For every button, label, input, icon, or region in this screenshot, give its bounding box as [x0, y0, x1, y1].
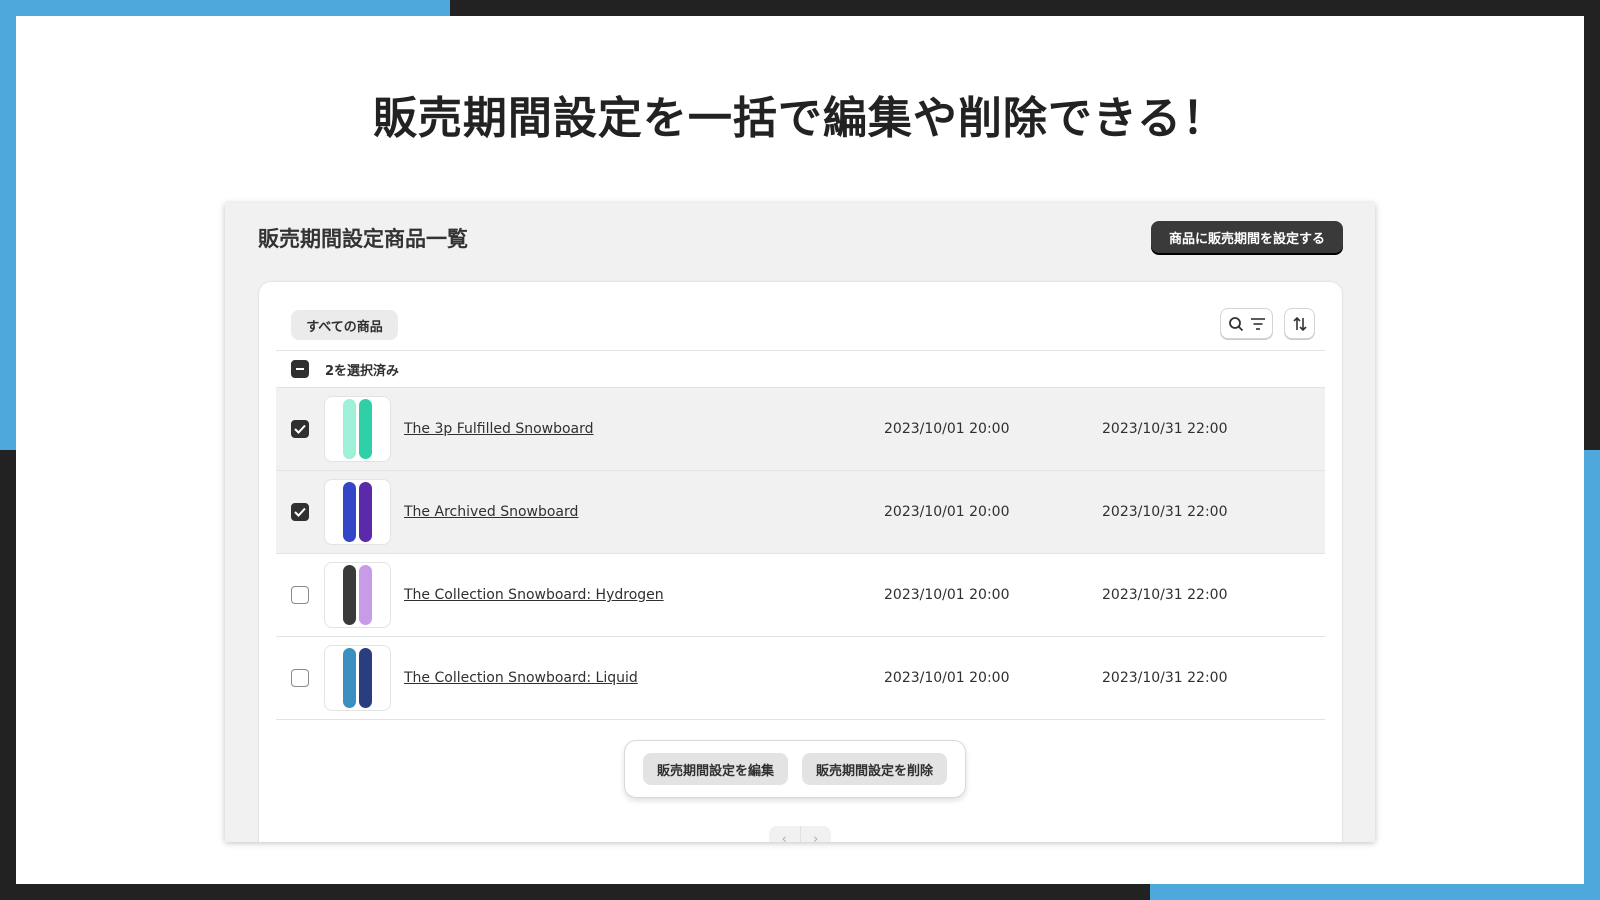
product-thumbnail [324, 396, 391, 462]
snowboard-image [343, 482, 356, 542]
product-name-link[interactable]: The 3p Fulfilled Snowboard [404, 421, 594, 437]
search-icon [1228, 316, 1243, 331]
end-date: 2023/10/31 22:00 [1102, 587, 1228, 603]
start-date: 2023/10/01 20:00 [884, 504, 1010, 520]
snowboard-image [359, 482, 372, 542]
product-name-link[interactable]: The Collection Snowboard: Liquid [404, 670, 638, 686]
product-list-panel: 販売期間設定商品一覧 商品に販売期間を設定する すべての商品 2を選択済み Th… [225, 203, 1375, 842]
product-name-link[interactable]: The Archived Snowboard [404, 504, 578, 520]
bulk-action-bar: 販売期間設定を編集 販売期間設定を削除 [624, 740, 966, 798]
product-thumbnail [324, 562, 391, 628]
snowboard-image [343, 399, 356, 459]
product-name-link[interactable]: The Collection Snowboard: Hydrogen [404, 587, 664, 603]
selection-header: 2を選択済み [276, 350, 1325, 388]
snowboard-image [343, 565, 356, 625]
frame-accent-bottom-right [1150, 884, 1600, 900]
sort-icon [1292, 316, 1307, 331]
end-date: 2023/10/31 22:00 [1102, 421, 1228, 437]
check-icon [294, 424, 306, 434]
row-checkbox[interactable] [291, 420, 309, 438]
select-all-checkbox[interactable] [291, 360, 309, 378]
frame-accent-top-left [0, 0, 450, 16]
edit-sales-period-button[interactable]: 販売期間設定を編集 [642, 753, 788, 785]
table-row[interactable]: The Archived Snowboard 2023/10/01 20:00 … [276, 471, 1325, 554]
headline: 販売期間設定を一括で編集や削除できる！ [372, 93, 1228, 144]
snowboard-image [359, 399, 372, 459]
previous-page-button[interactable]: ‹ [769, 826, 801, 842]
minus-icon [296, 368, 304, 370]
start-date: 2023/10/01 20:00 [884, 587, 1010, 603]
check-icon [294, 507, 306, 517]
table-row[interactable]: The Collection Snowboard: Liquid 2023/10… [276, 637, 1325, 720]
frame-accent-left [0, 0, 16, 450]
product-thumbnail [324, 645, 391, 711]
tab-all-products[interactable]: すべての商品 [291, 310, 398, 340]
frame-accent-right [1584, 450, 1600, 900]
snowboard-image [343, 648, 356, 708]
row-checkbox[interactable] [291, 669, 309, 687]
product-table-card: すべての商品 2を選択済み The 3p Fulfilled Snowboard… [259, 282, 1342, 842]
search-filter-button[interactable] [1220, 308, 1273, 339]
table-row[interactable]: The Collection Snowboard: Hydrogen 2023/… [276, 554, 1325, 637]
filter-icon [1250, 317, 1265, 330]
start-date: 2023/10/01 20:00 [884, 670, 1010, 686]
selection-count: 2を選択済み [325, 363, 400, 379]
sort-button[interactable] [1284, 308, 1315, 339]
snowboard-image [359, 648, 372, 708]
set-sales-period-button[interactable]: 商品に販売期間を設定する [1151, 221, 1343, 253]
delete-sales-period-button[interactable]: 販売期間設定を削除 [802, 753, 948, 785]
next-page-button[interactable]: › [801, 826, 832, 842]
pagination: ‹ › [769, 826, 831, 842]
row-checkbox[interactable] [291, 503, 309, 521]
product-thumbnail [324, 479, 391, 545]
end-date: 2023/10/31 22:00 [1102, 670, 1228, 686]
table-row[interactable]: The 3p Fulfilled Snowboard 2023/10/01 20… [276, 388, 1325, 471]
row-checkbox[interactable] [291, 586, 309, 604]
start-date: 2023/10/01 20:00 [884, 421, 1010, 437]
end-date: 2023/10/31 22:00 [1102, 504, 1228, 520]
snowboard-image [359, 565, 372, 625]
page-title: 販売期間設定商品一覧 [258, 227, 468, 251]
